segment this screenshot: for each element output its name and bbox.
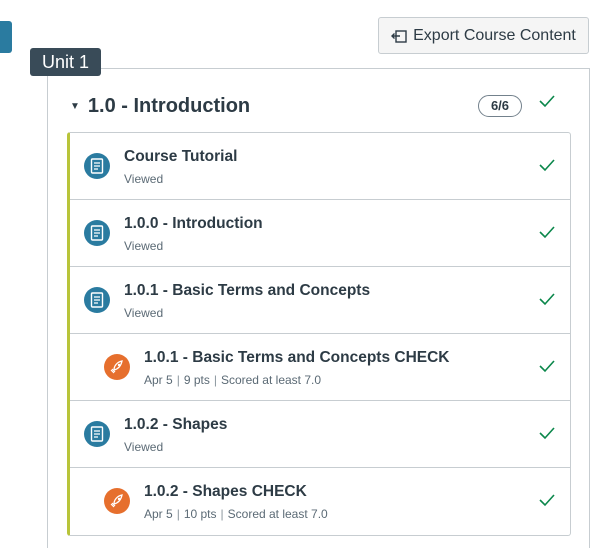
- separator: |: [213, 373, 217, 387]
- item-status: Viewed: [124, 306, 164, 320]
- item-status: Viewed: [124, 440, 164, 454]
- module-item[interactable]: 1.0.2 - Shapes CHECK Apr 5 | 10 pts | Scored…: [70, 468, 570, 535]
- export-course-content-button[interactable]: Export Course Content: [378, 17, 589, 54]
- page-icon: [84, 220, 110, 246]
- separator: |: [220, 507, 224, 521]
- page-icon: [84, 287, 110, 313]
- caret-down-icon[interactable]: ▼: [70, 101, 80, 112]
- check-icon: [539, 159, 555, 172]
- page-icon: [84, 153, 110, 179]
- item-title[interactable]: 1.0.0 - Introduction: [124, 215, 263, 233]
- check-icon: [539, 494, 555, 507]
- page-icon: [84, 421, 110, 447]
- module-item[interactable]: 1.0.1 - Basic Terms and Concepts Viewed: [70, 267, 570, 334]
- item-requirement: Scored at least 7.0: [220, 373, 322, 387]
- check-icon: [539, 226, 555, 239]
- separator: |: [176, 373, 180, 387]
- separator: |: [176, 507, 180, 521]
- module-items-list: Course Tutorial Viewed 1.0.0 - Introduct…: [67, 132, 571, 536]
- check-icon: [539, 360, 555, 373]
- item-due-date: Apr 5: [144, 507, 173, 521]
- rocket-quiz-icon: [104, 488, 130, 514]
- export-button-label: Export Course Content: [413, 26, 576, 44]
- item-title[interactable]: 1.0.2 - Shapes: [124, 416, 227, 434]
- item-status: Viewed: [124, 239, 164, 253]
- module-item[interactable]: 1.0.0 - Introduction Viewed: [70, 200, 570, 267]
- item-title[interactable]: Course Tutorial: [124, 148, 237, 166]
- item-meta: Apr 5 | 9 pts | Scored at least 7.0: [144, 373, 450, 387]
- rocket-quiz-icon: [104, 354, 130, 380]
- module-title: 1.0 - Introduction: [87, 94, 251, 117]
- module-item[interactable]: Course Tutorial Viewed: [70, 133, 570, 200]
- check-icon: [539, 293, 555, 306]
- item-title[interactable]: 1.0.2 - Shapes CHECK: [144, 483, 328, 501]
- check-icon: [539, 427, 555, 440]
- module-complete-check-icon: [539, 95, 555, 108]
- item-title[interactable]: 1.0.1 - Basic Terms and Concepts: [124, 282, 370, 300]
- module-item[interactable]: 1.0.2 - Shapes Viewed: [70, 401, 570, 468]
- module-progress-badge: 6/6: [478, 95, 522, 117]
- module-item[interactable]: 1.0.1 - Basic Terms and Concepts CHECK A…: [70, 334, 570, 401]
- item-points: 9 pts: [183, 373, 210, 387]
- item-due-date: Apr 5: [144, 373, 173, 387]
- item-requirement: Scored at least 7.0: [227, 507, 328, 521]
- unit-label: Unit 1: [30, 48, 102, 76]
- item-meta: Apr 5 | 10 pts | Scored at least 7.0: [144, 507, 328, 521]
- item-title[interactable]: 1.0.1 - Basic Terms and Concepts CHECK: [144, 349, 450, 367]
- export-icon: [391, 29, 407, 43]
- item-status: Viewed: [124, 172, 164, 186]
- item-points: 10 pts: [183, 507, 217, 521]
- side-tab[interactable]: [0, 21, 12, 53]
